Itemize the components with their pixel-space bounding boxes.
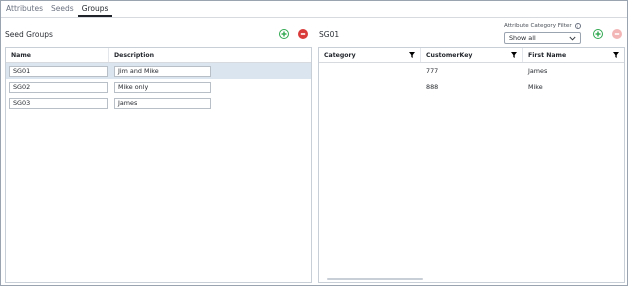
chevron-down-icon bbox=[569, 36, 576, 41]
selected-group-title: SG01 bbox=[319, 30, 340, 39]
column-header-first-name[interactable]: First Name bbox=[523, 48, 624, 62]
column-header-name[interactable]: Name bbox=[6, 48, 109, 62]
description-input[interactable]: Jim and Mike bbox=[114, 65, 211, 77]
funnel-icon[interactable] bbox=[409, 52, 415, 58]
table-row[interactable]: SG01 Jim and Mike bbox=[6, 63, 311, 79]
grid-header: Name Description bbox=[6, 48, 311, 63]
customerkey-cell: 777 bbox=[426, 67, 439, 75]
info-icon[interactable]: i bbox=[574, 23, 581, 29]
seed-groups-title: Seed Groups bbox=[5, 30, 53, 39]
category-cell bbox=[319, 79, 421, 95]
tab-attributes[interactable]: Attributes bbox=[2, 0, 47, 17]
column-header-customerkey[interactable]: CustomerKey bbox=[421, 48, 523, 62]
tab-seeds[interactable]: Seeds bbox=[47, 0, 78, 17]
first-name-cell: Mike bbox=[528, 83, 543, 91]
minus-circle-icon bbox=[300, 33, 306, 35]
remove-attribute-button[interactable] bbox=[612, 29, 622, 39]
minus-circle-icon bbox=[614, 33, 620, 35]
add-group-button[interactable] bbox=[279, 29, 289, 39]
add-attribute-button[interactable] bbox=[593, 29, 603, 39]
name-input[interactable]: SG01 bbox=[9, 65, 108, 77]
table-row[interactable]: SG02 Mike only bbox=[6, 79, 311, 95]
first-name-cell: James bbox=[528, 67, 548, 75]
tab-divider bbox=[1, 17, 627, 18]
plus-circle-icon bbox=[595, 31, 601, 37]
table-row[interactable]: 777 James bbox=[319, 63, 624, 79]
description-input[interactable]: James bbox=[114, 97, 211, 109]
customerkey-cell: 888 bbox=[426, 83, 439, 91]
seed-groups-grid: Name Description SG01 Jim and Mike SG02 … bbox=[5, 47, 312, 283]
grid-header: Category CustomerKey First Name bbox=[319, 48, 624, 63]
column-header-description[interactable]: Description bbox=[109, 48, 311, 62]
funnel-icon[interactable] bbox=[511, 52, 517, 58]
table-row[interactable]: SG03 James bbox=[6, 95, 311, 111]
name-input[interactable]: SG03 bbox=[9, 97, 108, 109]
remove-group-button[interactable] bbox=[298, 29, 308, 39]
attribute-category-filter-select[interactable]: Show all bbox=[504, 32, 581, 44]
table-row[interactable]: 888 Mike bbox=[319, 79, 624, 95]
category-cell bbox=[319, 63, 421, 79]
horizontal-scrollbar[interactable] bbox=[327, 278, 423, 280]
attribute-category-filter-label: Attribute Category Filter i bbox=[504, 23, 581, 29]
column-header-category[interactable]: Category bbox=[319, 48, 421, 62]
group-members-grid: Category CustomerKey First Name 777 Jame… bbox=[318, 47, 625, 283]
tab-groups[interactable]: Groups bbox=[77, 0, 113, 17]
plus-circle-icon bbox=[281, 31, 287, 37]
name-input[interactable]: SG02 bbox=[9, 81, 108, 93]
funnel-icon[interactable] bbox=[613, 52, 619, 58]
description-input[interactable]: Mike only bbox=[114, 81, 211, 93]
tab-bar: Attributes Seeds Groups bbox=[2, 0, 113, 17]
